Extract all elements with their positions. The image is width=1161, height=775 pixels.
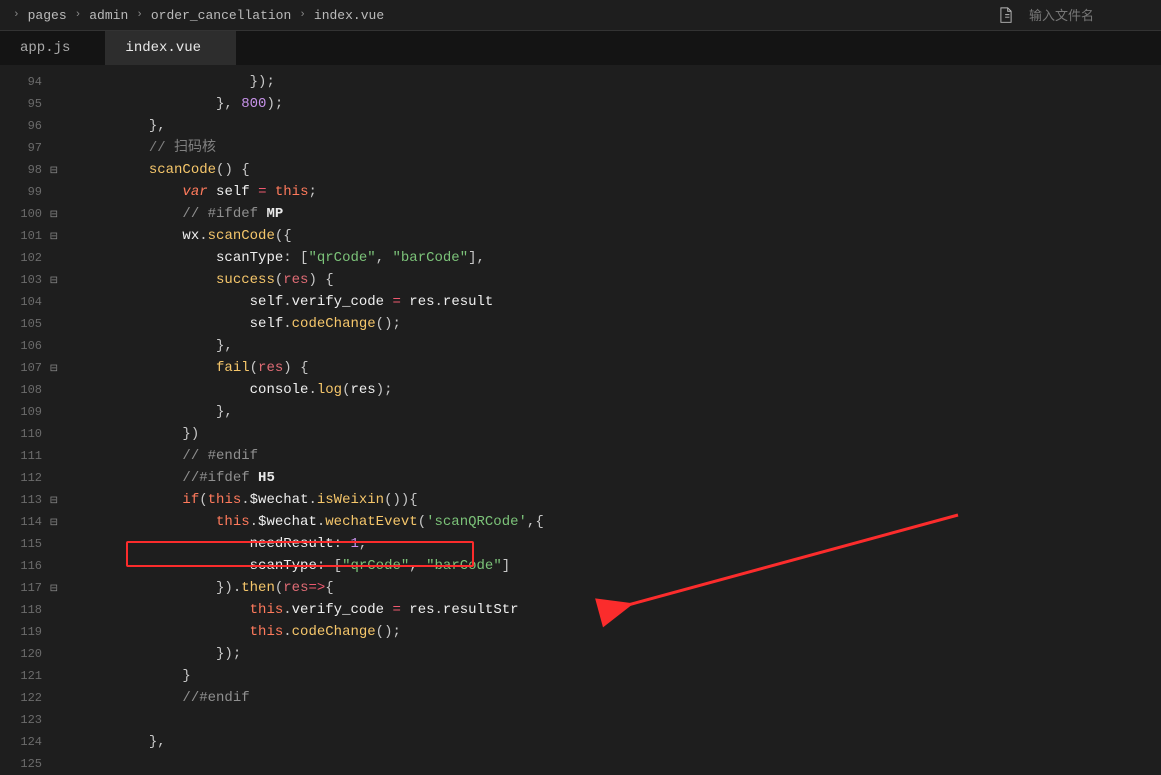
- gutter: 9495969798⊟99100⊟101⊟102103⊟104105106107…: [0, 65, 48, 774]
- code-line[interactable]: }, 800);: [48, 93, 1161, 115]
- line-number: 117⊟: [0, 577, 48, 599]
- line-number: 104: [0, 291, 48, 313]
- line-number: 110: [0, 423, 48, 445]
- code-line[interactable]: this.verify_code = res.resultStr: [48, 599, 1161, 621]
- line-number: 100⊟: [0, 203, 48, 225]
- code-line[interactable]: self.verify_code = res.result: [48, 291, 1161, 313]
- line-number: 118: [0, 599, 48, 621]
- line-number: 105: [0, 313, 48, 335]
- code-line[interactable]: [48, 753, 1161, 775]
- code-line[interactable]: console.log(res);: [48, 379, 1161, 401]
- breadcrumb-seg[interactable]: index.vue: [311, 8, 387, 23]
- code-area[interactable]: }); }, 800); }, // 扫码核 scanCode() { var …: [48, 65, 1161, 774]
- breadcrumb: › pages › admin › order_cancellation › i…: [10, 8, 387, 23]
- code-line[interactable]: needResult: 1,: [48, 533, 1161, 555]
- line-number: 107⊟: [0, 357, 48, 379]
- line-number: 125: [0, 753, 48, 775]
- line-number: 114⊟: [0, 511, 48, 533]
- line-number: 120: [0, 643, 48, 665]
- code-line[interactable]: });: [48, 71, 1161, 93]
- code-line[interactable]: success(res) {: [48, 269, 1161, 291]
- code-line[interactable]: var self = this;: [48, 181, 1161, 203]
- code-line[interactable]: },: [48, 731, 1161, 753]
- code-line[interactable]: });: [48, 643, 1161, 665]
- breadcrumb-seg[interactable]: admin: [86, 8, 131, 23]
- tab-appjs[interactable]: app.js: [0, 31, 105, 65]
- line-number: 111: [0, 445, 48, 467]
- new-file-icon[interactable]: [998, 7, 1013, 24]
- line-number: 102: [0, 247, 48, 269]
- line-number: 96: [0, 115, 48, 137]
- chevron-icon: ›: [10, 9, 23, 21]
- code-line[interactable]: // #endif: [48, 445, 1161, 467]
- line-number: 106: [0, 335, 48, 357]
- code-line[interactable]: scanType: ["qrCode", "barCode"],: [48, 247, 1161, 269]
- code-line[interactable]: this.$wechat.wechatEvevt('scanQRCode',{: [48, 511, 1161, 533]
- chevron-icon: ›: [72, 9, 85, 21]
- line-number: 116: [0, 555, 48, 577]
- code-line[interactable]: wx.scanCode({: [48, 225, 1161, 247]
- code-line[interactable]: if(this.$wechat.isWeixin()){: [48, 489, 1161, 511]
- line-number: 101⊟: [0, 225, 48, 247]
- line-number: 121: [0, 665, 48, 687]
- line-number: 119: [0, 621, 48, 643]
- tabs: app.js index.vue: [0, 31, 1161, 65]
- line-number: 99: [0, 181, 48, 203]
- code-line[interactable]: //#ifdef H5: [48, 467, 1161, 489]
- topbar: › pages › admin › order_cancellation › i…: [0, 0, 1161, 31]
- line-number: 124: [0, 731, 48, 753]
- code-line[interactable]: scanType: ["qrCode", "barCode"]: [48, 555, 1161, 577]
- code-line[interactable]: [48, 709, 1161, 731]
- code-line[interactable]: },: [48, 401, 1161, 423]
- code-line[interactable]: }): [48, 423, 1161, 445]
- editor[interactable]: 9495969798⊟99100⊟101⊟102103⊟104105106107…: [0, 65, 1161, 774]
- line-number: 108: [0, 379, 48, 401]
- tab-indexvue[interactable]: index.vue: [105, 31, 236, 65]
- line-number: 97: [0, 137, 48, 159]
- chevron-icon: ›: [296, 9, 309, 21]
- code-line[interactable]: this.codeChange();: [48, 621, 1161, 643]
- code-line[interactable]: },: [48, 115, 1161, 137]
- line-number: 113⊟: [0, 489, 48, 511]
- code-line[interactable]: // #ifdef MP: [48, 203, 1161, 225]
- line-number: 123: [0, 709, 48, 731]
- line-number: 103⊟: [0, 269, 48, 291]
- line-number: 94: [0, 71, 48, 93]
- tab-label: app.js: [20, 40, 70, 56]
- code-line[interactable]: },: [48, 335, 1161, 357]
- tab-label: index.vue: [125, 40, 201, 56]
- code-line[interactable]: }: [48, 665, 1161, 687]
- code-line[interactable]: scanCode() {: [48, 159, 1161, 181]
- line-number: 122: [0, 687, 48, 709]
- line-number: 112: [0, 467, 48, 489]
- code-line[interactable]: fail(res) {: [48, 357, 1161, 379]
- code-line[interactable]: self.codeChange();: [48, 313, 1161, 335]
- code-line[interactable]: //#endif: [48, 687, 1161, 709]
- file-search-input[interactable]: [1027, 7, 1151, 24]
- line-number: 115: [0, 533, 48, 555]
- line-number: 98⊟: [0, 159, 48, 181]
- code-line[interactable]: }).then(res=>{: [48, 577, 1161, 599]
- breadcrumb-seg[interactable]: order_cancellation: [148, 8, 294, 23]
- line-number: 95: [0, 93, 48, 115]
- chevron-icon: ›: [133, 9, 146, 21]
- code-line[interactable]: // 扫码核: [48, 137, 1161, 159]
- line-number: 109: [0, 401, 48, 423]
- breadcrumb-seg[interactable]: pages: [25, 8, 70, 23]
